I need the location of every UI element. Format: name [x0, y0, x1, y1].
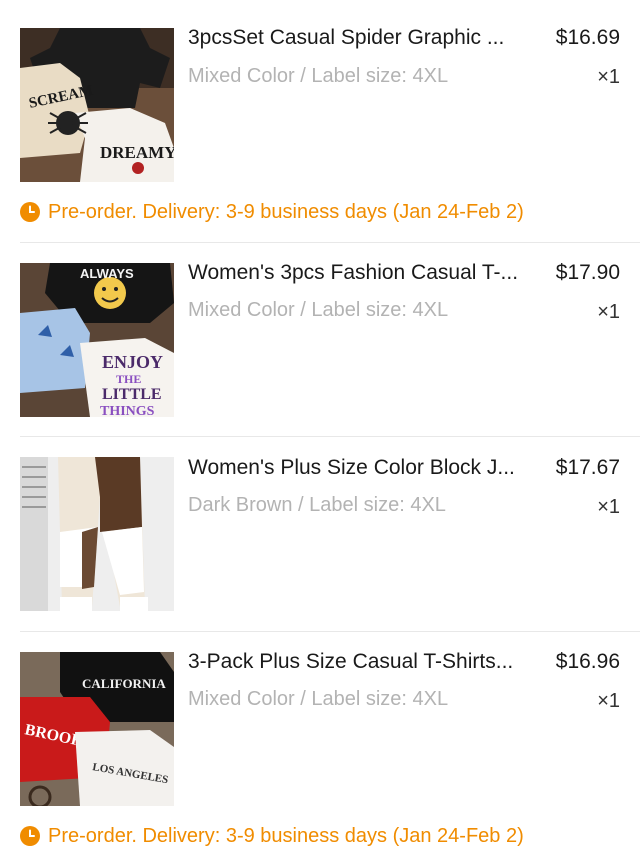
product-quantity[interactable]: ×1	[597, 690, 620, 713]
image-text-little: LITTLE	[102, 386, 162, 403]
product-price: $16.69	[555, 26, 620, 49]
product-thumbnail[interactable]: SCREAM DREAMY	[20, 28, 174, 182]
product-title[interactable]: 3pcsSet Casual Spider Graphic ...	[188, 26, 540, 50]
image-text-always: ALWAYS	[80, 266, 134, 281]
preorder-notice: Pre-order. Delivery: 3-9 business days (…	[20, 199, 524, 225]
image-text-california: CALIFORNIA	[82, 676, 166, 691]
product-variant[interactable]: Mixed Color / Label size: 4XL	[188, 299, 448, 322]
preorder-text: Pre-order. Delivery: 3-9 business days (…	[48, 200, 524, 223]
image-text-the: THE	[116, 372, 141, 386]
product-quantity[interactable]: ×1	[597, 66, 620, 89]
product-thumbnail[interactable]	[20, 457, 174, 611]
product-title[interactable]: Women's 3pcs Fashion Casual T-...	[188, 261, 540, 285]
product-title[interactable]: Women's Plus Size Color Block J...	[188, 456, 540, 480]
product-thumbnail[interactable]: ALWAYS ENJOY THE LITTLE THINGS	[20, 263, 174, 417]
preorder-notice: Pre-order. Delivery: 3-9 business days (…	[20, 823, 524, 849]
product-variant[interactable]: Dark Brown / Label size: 4XL	[188, 494, 446, 517]
product-variant[interactable]: Mixed Color / Label size: 4XL	[188, 65, 448, 88]
product-quantity[interactable]: ×1	[597, 496, 620, 519]
item-divider	[20, 242, 640, 243]
item-divider	[20, 631, 640, 632]
product-quantity[interactable]: ×1	[597, 301, 620, 324]
clock-icon	[20, 202, 40, 222]
product-thumbnail[interactable]: CALIFORNIA BROOKLYN LOS ANGELES	[20, 652, 174, 806]
item-divider	[20, 436, 640, 437]
product-price: $16.96	[555, 650, 620, 673]
product-title[interactable]: 3-Pack Plus Size Casual T-Shirts...	[188, 650, 540, 674]
cart-item-list: SCREAM DREAMY 3pcsSet Casual Spider Grap…	[0, 0, 640, 853]
image-text-things: THINGS	[100, 404, 155, 417]
clock-icon	[20, 826, 40, 846]
product-price: $17.67	[555, 456, 620, 479]
image-text-dreamy: DREAMY	[100, 143, 174, 162]
product-variant[interactable]: Mixed Color / Label size: 4XL	[188, 688, 448, 711]
product-price: $17.90	[555, 261, 620, 284]
image-text-enjoy: ENJOY	[102, 352, 163, 372]
preorder-text: Pre-order. Delivery: 3-9 business days (…	[48, 824, 524, 847]
